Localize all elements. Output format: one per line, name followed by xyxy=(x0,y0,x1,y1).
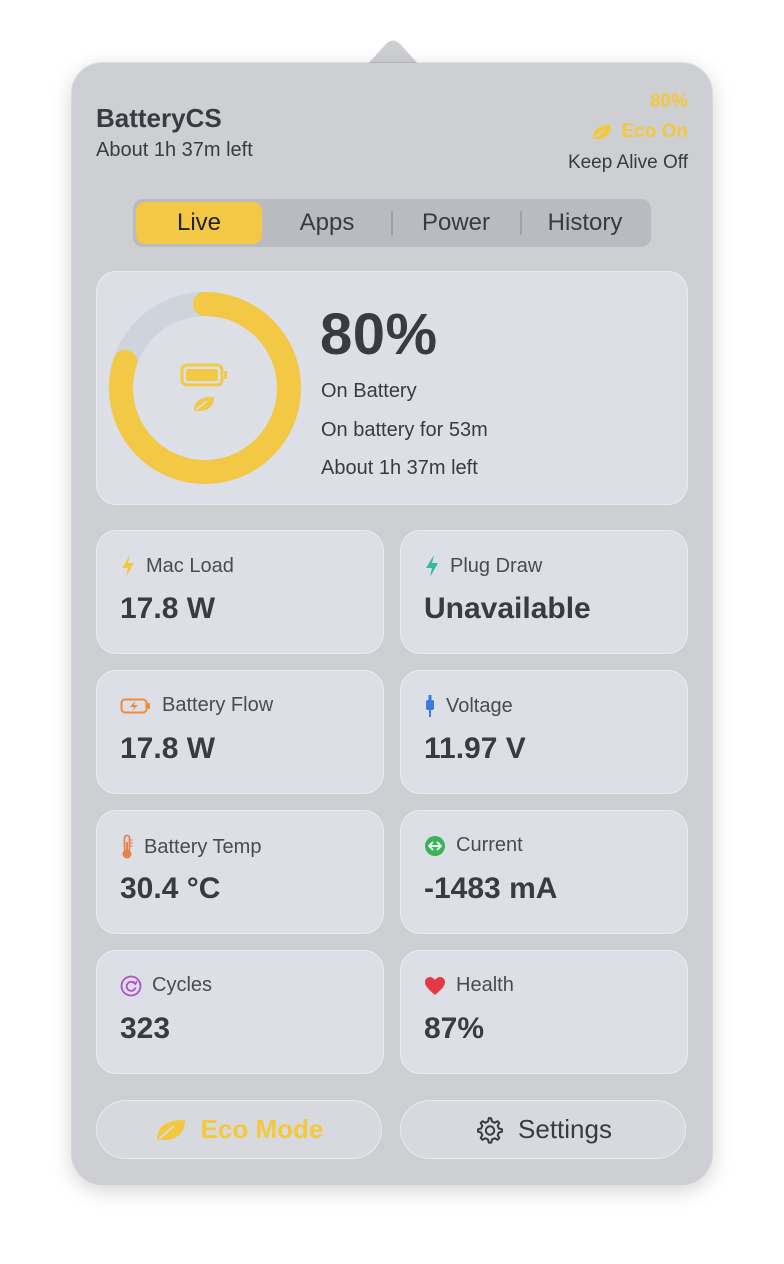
power-source: On Battery xyxy=(321,380,417,402)
eco-mode-button[interactable]: Eco Mode xyxy=(96,1100,382,1159)
bolt-icon xyxy=(424,554,440,578)
metric-value: Unavailable xyxy=(424,592,591,625)
metric-value: 17.8 W xyxy=(120,732,216,765)
metric-value: 87% xyxy=(424,1012,485,1045)
metric-label: Current xyxy=(456,834,523,856)
metric-card-current: Current -1483 mA xyxy=(400,810,688,934)
battery-charging-icon xyxy=(120,697,152,715)
time-left: About 1h 37m left xyxy=(96,139,253,161)
battery-popover: BatteryCS About 1h 37m left 80% Eco On K… xyxy=(72,63,712,1184)
metric-label: Battery Temp xyxy=(144,835,262,858)
metric-card-battery-temp: Battery Temp 30.4 °C xyxy=(96,810,384,934)
metric-card-battery-flow: Battery Flow 17.8 W xyxy=(96,670,384,794)
header-eco-label: Eco On xyxy=(621,121,688,142)
heart-icon xyxy=(424,976,446,996)
metric-label: Battery Flow xyxy=(162,694,274,716)
tab-bar: Live Apps Power History xyxy=(133,199,651,247)
settings-label: Settings xyxy=(518,1114,612,1144)
leaf-icon xyxy=(194,397,214,411)
metric-label: Health xyxy=(456,974,514,996)
battery-percent: 80% xyxy=(320,302,438,367)
header-keep-alive: Keep Alive Off xyxy=(567,152,688,173)
header-eco-status: Eco On xyxy=(591,121,688,143)
gear-icon xyxy=(474,1115,504,1145)
on-battery-duration: On battery for 53m xyxy=(321,419,488,441)
settings-button[interactable]: Settings xyxy=(400,1100,686,1159)
metric-value: -1483 mA xyxy=(424,872,558,905)
metric-card-plug-draw: Plug Draw Unavailable xyxy=(400,530,688,654)
thermometer-icon xyxy=(120,834,134,860)
metric-label: Voltage xyxy=(446,694,513,717)
metric-value: 30.4 °C xyxy=(120,872,221,905)
cycle-icon xyxy=(120,975,142,997)
metric-card-mac-load: Mac Load 17.8 W xyxy=(96,530,384,654)
metric-label: Plug Draw xyxy=(450,554,543,577)
bolt-icon xyxy=(120,554,136,578)
metric-card-voltage: Voltage 11.97 V xyxy=(400,670,688,794)
battery-icon xyxy=(180,363,227,387)
metric-label: Cycles xyxy=(152,974,213,996)
tab-history[interactable]: History xyxy=(522,202,648,244)
leaf-icon xyxy=(155,1117,187,1143)
tab-live[interactable]: Live xyxy=(136,202,262,244)
metric-card-health: Health 87% xyxy=(400,950,688,1074)
battery-summary-card: 80% On Battery On battery for 53m About … xyxy=(96,271,688,505)
battery-level-ring xyxy=(109,292,301,484)
leaf-icon xyxy=(591,123,613,141)
metric-label: Mac Load xyxy=(146,554,234,577)
metric-value: 323 xyxy=(120,1012,171,1045)
metric-card-cycles: Cycles 323 xyxy=(96,950,384,1074)
arrows-left-right-icon xyxy=(424,835,446,857)
remaining-time: About 1h 37m left xyxy=(321,457,478,479)
app-title: BatteryCS xyxy=(96,103,222,133)
metric-value: 11.97 V xyxy=(424,732,526,765)
metric-value: 17.8 W xyxy=(120,592,216,625)
plug-icon xyxy=(424,694,436,718)
tab-apps[interactable]: Apps xyxy=(264,202,390,244)
tab-power[interactable]: Power xyxy=(393,202,519,244)
header-battery-percent: 80% xyxy=(649,91,688,112)
eco-mode-label: Eco Mode xyxy=(200,1114,324,1144)
